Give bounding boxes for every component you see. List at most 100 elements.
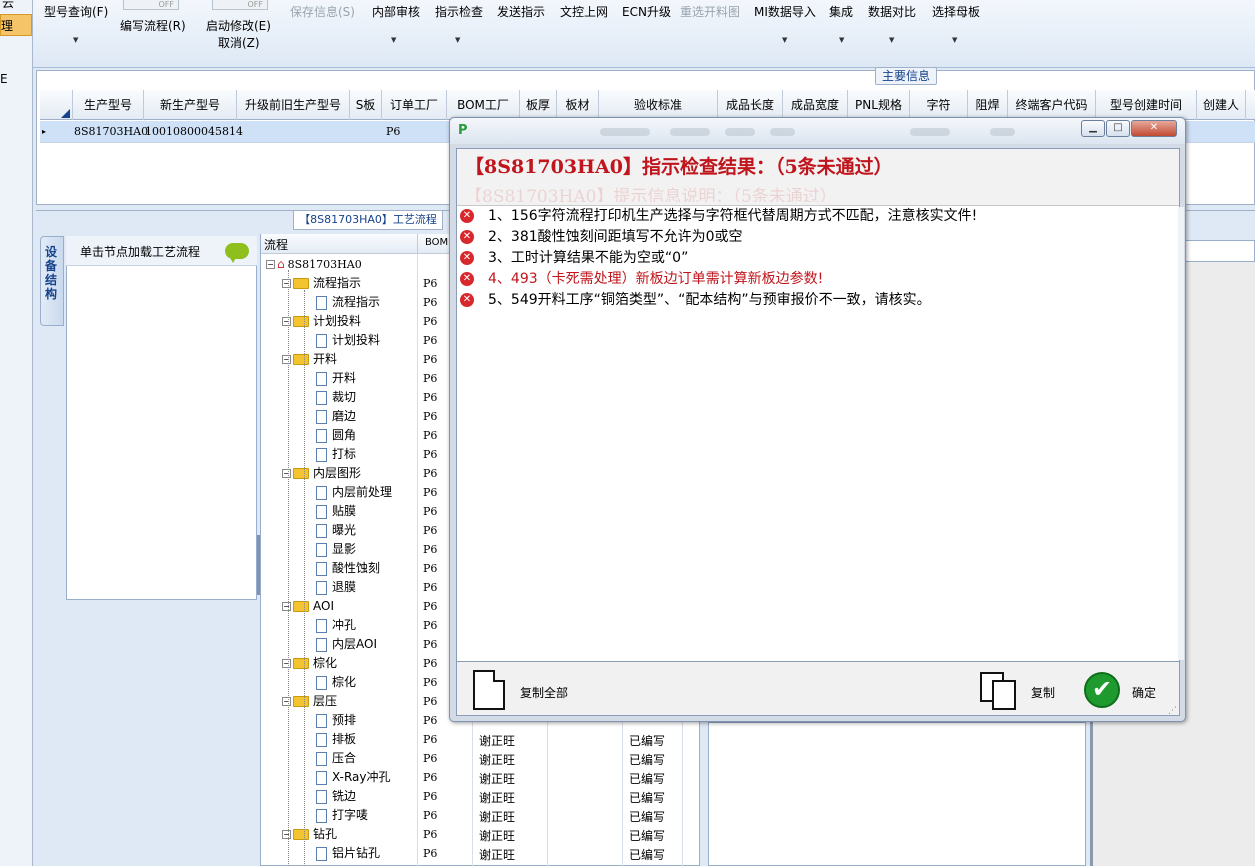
collapse-icon[interactable]: −	[282, 830, 291, 839]
collapse-icon[interactable]: −	[282, 355, 291, 364]
column-header[interactable]: BOM工厂	[447, 90, 520, 120]
collapse-icon[interactable]: −	[282, 279, 291, 288]
tree-leaf-node[interactable]: 裁切	[316, 388, 356, 407]
tree-leaf-node[interactable]: 打标	[316, 445, 356, 464]
send-instruction-button[interactable]: 发送指示	[497, 3, 545, 20]
document-control-online-button[interactable]: 文控上网	[560, 3, 608, 20]
error-message[interactable]: ✕ 5、549开料工序“铜箔类型”、“配本结构”与预审报价不一致，请核实。	[460, 290, 931, 310]
tree-folder-node[interactable]: − 内层图形	[282, 464, 361, 483]
collapse-icon[interactable]: −	[282, 317, 291, 326]
collapse-icon[interactable]: −	[282, 697, 291, 706]
tree-leaf-node[interactable]: 排板	[316, 730, 356, 749]
tree-leaf-node[interactable]: 圆角	[316, 426, 356, 445]
tree-leaf-node[interactable]: 内层前处理	[316, 483, 392, 502]
column-header[interactable]: 订单工厂	[382, 90, 447, 120]
tree-leaf-node[interactable]: 冲孔	[316, 616, 356, 635]
tree-folder-node[interactable]: − 流程指示	[282, 274, 361, 293]
error-message[interactable]: ✕ 3、工时计算结果不能为空或“0”	[460, 248, 688, 268]
copy-all-button[interactable]: 复制全部	[520, 684, 568, 701]
column-header[interactable]: 板厚	[520, 90, 557, 120]
chevron-down-icon[interactable]: ▼	[952, 36, 957, 44]
chevron-down-icon[interactable]: ▼	[73, 36, 78, 44]
tree-leaf-node[interactable]: 曝光	[316, 521, 356, 540]
model-query-button[interactable]: 型号查询(F)	[44, 3, 108, 20]
ok-button[interactable]: 确定	[1132, 684, 1156, 701]
tree-root[interactable]: − ⌂ 8S81703HA0	[266, 255, 362, 274]
scrollbar[interactable]	[1178, 207, 1184, 660]
tree-leaf-node[interactable]: 棕化	[316, 673, 356, 692]
left-strip-item[interactable]: 云	[2, 0, 32, 11]
toggle-switch[interactable]: OFF	[212, 0, 268, 10]
column-header[interactable]: 验收标准	[599, 90, 718, 120]
ecn-upgrade-button[interactable]: ECN升级	[622, 3, 671, 20]
mi-data-import-button[interactable]: MI数据导入	[754, 3, 816, 20]
column-header[interactable]: 字符	[910, 90, 968, 120]
column-header[interactable]: 创建人	[1197, 90, 1246, 120]
collapse-icon[interactable]: −	[282, 469, 291, 478]
column-header[interactable]: 成品宽度	[783, 90, 848, 120]
tree-leaf-node[interactable]: 铣边	[316, 787, 356, 806]
tree-folder-node[interactable]: − 钻孔	[282, 825, 337, 844]
collapse-icon[interactable]: −	[282, 602, 291, 611]
internal-review-button[interactable]: 内部审核	[372, 3, 420, 20]
chevron-down-icon[interactable]: ▼	[391, 36, 396, 44]
error-message[interactable]: ✕ 4、493（卡死需处理）新板边订单需计算新板边参数!	[460, 269, 823, 289]
tree-leaf-node[interactable]: 显影	[316, 540, 356, 559]
maximize-button[interactable]: □	[1106, 120, 1130, 137]
tree-leaf-node[interactable]: 计划投料	[316, 331, 380, 350]
chevron-down-icon[interactable]: ▼	[889, 36, 894, 44]
cancel-button[interactable]: 取消(Z)	[218, 34, 260, 51]
flow-column-header[interactable]: 流程	[264, 236, 288, 253]
instruction-check-button[interactable]: 指示检查	[435, 3, 483, 20]
column-header[interactable]: 阻焊	[968, 90, 1008, 120]
save-info-button[interactable]: 保存信息(S)	[290, 3, 355, 20]
tab-equipment-structure[interactable]: 设备结构	[40, 236, 64, 326]
left-strip-item[interactable]: E	[0, 72, 30, 86]
dialog-title-bar[interactable]	[450, 118, 1185, 144]
write-flow-button[interactable]: 编写流程(R)	[120, 17, 186, 34]
toggle-switch[interactable]: OFF	[123, 0, 179, 10]
tree-leaf-node[interactable]: 贴膜	[316, 502, 356, 521]
tree-leaf-node[interactable]: 内层AOI	[316, 635, 377, 654]
tree-leaf-node[interactable]: 打字唛	[316, 806, 368, 825]
ok-check-icon[interactable]: ✔	[1084, 672, 1120, 708]
tree-leaf-node[interactable]: 酸性蚀刻	[316, 559, 380, 578]
data-compare-button[interactable]: 数据对比	[868, 3, 916, 20]
column-header[interactable]: 板材	[557, 90, 599, 120]
tree-leaf-node[interactable]: 流程指示	[316, 293, 380, 312]
column-header[interactable]: 新生产型号	[144, 90, 237, 120]
column-header[interactable]: 终端客户代码	[1008, 90, 1096, 120]
tree-folder-node[interactable]: − 棕化	[282, 654, 337, 673]
error-message[interactable]: ✕ 2、381酸性蚀刻间距填写不允许为0或空	[460, 227, 743, 247]
tree-leaf-node[interactable]: 铝片钻孔	[316, 844, 380, 863]
error-message[interactable]: ✕ 1、156字符流程打印机生产选择与字符框代替周期方式不匹配，注意核实文件!	[460, 206, 977, 226]
collapse-icon[interactable]: −	[266, 260, 275, 269]
column-header[interactable]: S板	[350, 90, 382, 120]
tree-leaf-node[interactable]: 开料	[316, 369, 356, 388]
column-header[interactable]: 生产型号	[73, 90, 144, 120]
resize-grip-icon[interactable]: ⋰	[1168, 706, 1178, 716]
tree-leaf-node[interactable]: 退膜	[316, 578, 356, 597]
select-mother-board-button[interactable]: 选择母板	[932, 3, 980, 20]
chevron-down-icon[interactable]: ▼	[839, 36, 844, 44]
chevron-down-icon[interactable]: ▼	[782, 36, 787, 44]
collapse-icon[interactable]: −	[282, 659, 291, 668]
integration-button[interactable]: 集成	[829, 3, 853, 20]
reselect-cutting-drawing-button[interactable]: 重选开料图	[680, 3, 740, 20]
minimize-button[interactable]: ▁	[1081, 120, 1105, 137]
start-modify-button[interactable]: 启动修改(E)	[206, 17, 271, 34]
tree-leaf-node[interactable]: 预排	[316, 711, 356, 730]
close-button[interactable]: ✕	[1131, 120, 1177, 137]
tree-folder-node[interactable]: − AOI	[282, 597, 334, 616]
tree-folder-node[interactable]: − 计划投料	[282, 312, 361, 331]
copy-button[interactable]: 复制	[1031, 684, 1055, 701]
tree-leaf-node[interactable]: 压合	[316, 749, 356, 768]
column-header[interactable]: 型号创建时间	[1096, 90, 1197, 120]
left-strip-item-selected[interactable]: 理	[0, 14, 32, 36]
column-header[interactable]: PNL规格	[848, 90, 910, 120]
bom-column-header[interactable]: BOM	[425, 237, 448, 248]
tree-folder-node[interactable]: − 层压	[282, 692, 337, 711]
chevron-down-icon[interactable]: ▼	[455, 36, 460, 44]
column-header[interactable]: 升级前旧生产型号	[237, 90, 350, 120]
tree-folder-node[interactable]: − 开料	[282, 350, 337, 369]
